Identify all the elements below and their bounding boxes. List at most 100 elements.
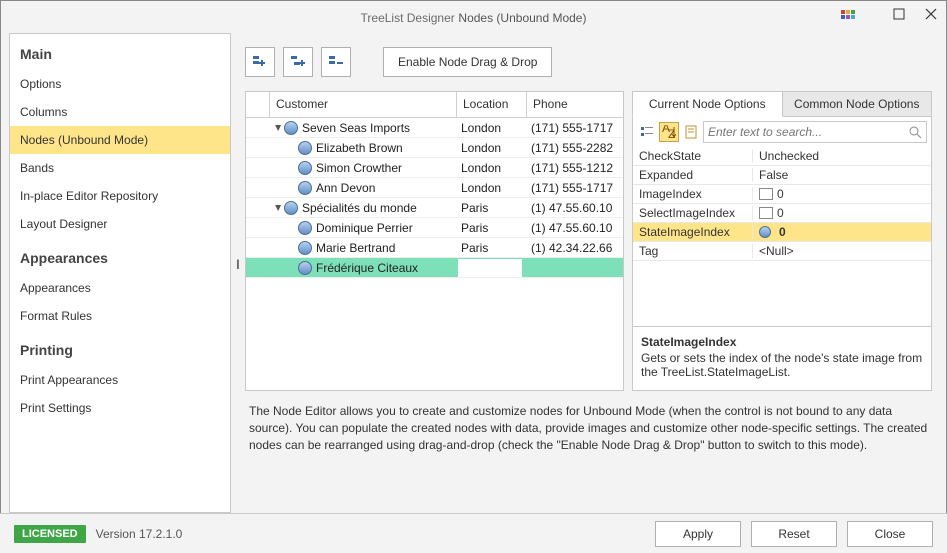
property-row[interactable]: CheckStateUnchecked bbox=[633, 147, 931, 166]
remove-node-button[interactable] bbox=[321, 47, 351, 77]
titlebar: TreeList Designer Nodes (Unbound Mode) bbox=[1, 1, 946, 33]
sidebar-item-nodes[interactable]: Nodes (Unbound Mode) bbox=[10, 126, 230, 154]
property-search-input[interactable] bbox=[704, 122, 908, 142]
view-grid-icon[interactable] bbox=[840, 9, 856, 25]
reset-button[interactable]: Reset bbox=[751, 521, 837, 547]
customer-name: Dominique Perrier bbox=[316, 221, 413, 235]
property-grid[interactable]: CheckStateUncheckedExpandedFalseImageInd… bbox=[632, 147, 932, 327]
property-value[interactable]: False bbox=[753, 168, 931, 182]
customer-name: Marie Bertrand bbox=[316, 241, 395, 255]
property-name: SelectImageIndex bbox=[633, 206, 753, 220]
table-row[interactable]: Elizabeth BrownLondon(171) 555-2282 bbox=[246, 138, 623, 158]
close-footer-button[interactable]: Close bbox=[847, 521, 933, 547]
table-row[interactable]: Frédérique Citeaux bbox=[246, 258, 623, 278]
phone-cell: (1) 47.55.60.10 bbox=[527, 219, 623, 237]
sidebar-item-editor-repo[interactable]: In-place Editor Repository bbox=[10, 182, 230, 210]
property-value[interactable]: 0 bbox=[753, 225, 931, 239]
phone-cell: (171) 555-1717 bbox=[527, 119, 623, 137]
enable-drag-drop-button[interactable]: Enable Node Drag & Drop bbox=[383, 47, 552, 77]
apply-button[interactable]: Apply bbox=[655, 521, 741, 547]
sidebar-item-format-rules[interactable]: Format Rules bbox=[10, 302, 230, 330]
person-icon bbox=[298, 241, 312, 255]
location-cell: London bbox=[457, 159, 527, 177]
table-row[interactable]: ▸Seven Seas ImportsLondon(171) 555-1717 bbox=[246, 118, 623, 138]
location-input[interactable] bbox=[458, 259, 522, 277]
property-page-icon[interactable] bbox=[681, 122, 701, 142]
property-row[interactable]: ImageIndex0 bbox=[633, 185, 931, 204]
col-phone[interactable]: Phone bbox=[527, 92, 623, 117]
license-badge: LICENSED bbox=[14, 525, 86, 543]
sidebar-item-appearances[interactable]: Appearances bbox=[10, 274, 230, 302]
property-name: StateImageIndex bbox=[633, 225, 753, 239]
property-name: ImageIndex bbox=[633, 187, 753, 201]
sidebar-item-print-appearances[interactable]: Print Appearances bbox=[10, 366, 230, 394]
expand-icon[interactable]: ▸ bbox=[272, 123, 286, 133]
table-row[interactable]: Simon CrowtherLondon(171) 555-1212 bbox=[246, 158, 623, 178]
description-text: The Node Editor allows you to create and… bbox=[239, 391, 938, 453]
swatch-icon bbox=[759, 207, 773, 219]
node-toolbar: Enable Node Drag & Drop bbox=[239, 33, 938, 91]
tree-grid[interactable]: I Customer Location Phone ▸Seven Seas Im… bbox=[245, 91, 624, 391]
phone-cell: (171) 555-1212 bbox=[527, 159, 623, 177]
sidebar-item-columns[interactable]: Columns bbox=[10, 98, 230, 126]
tab-current-node-options[interactable]: Current Node Options bbox=[632, 91, 783, 117]
col-location[interactable]: Location bbox=[457, 92, 527, 117]
sidebar-heading-main: Main bbox=[10, 34, 230, 70]
property-value[interactable]: 0 bbox=[753, 187, 931, 201]
close-button[interactable] bbox=[924, 7, 938, 21]
phone-cell: (1) 47.55.60.10 bbox=[527, 199, 623, 217]
add-node-button[interactable] bbox=[245, 47, 275, 77]
edit-cursor-icon: I bbox=[236, 256, 240, 272]
person-icon bbox=[298, 161, 312, 175]
sidebar-item-print-settings[interactable]: Print Settings bbox=[10, 394, 230, 422]
customer-name: Spécialités du monde bbox=[302, 201, 417, 215]
version-label: Version 17.2.1.0 bbox=[96, 527, 183, 541]
tab-common-node-options[interactable]: Common Node Options bbox=[783, 91, 933, 117]
property-row[interactable]: SelectImageIndex0 bbox=[633, 204, 931, 223]
table-row[interactable]: Dominique PerrierParis(1) 47.55.60.10 bbox=[246, 218, 623, 238]
customer-name: Ann Devon bbox=[316, 181, 375, 195]
sidebar-heading-printing: Printing bbox=[10, 330, 230, 366]
add-child-node-button[interactable] bbox=[283, 47, 313, 77]
sidebar-item-bands[interactable]: Bands bbox=[10, 154, 230, 182]
property-row[interactable]: ExpandedFalse bbox=[633, 166, 931, 185]
search-icon[interactable] bbox=[908, 125, 922, 139]
property-value[interactable]: <Null> bbox=[753, 244, 931, 258]
categorized-icon[interactable] bbox=[637, 122, 657, 142]
person-icon bbox=[284, 121, 298, 135]
phone-cell: (1) 42.34.22.66 bbox=[527, 239, 623, 257]
content-area: Enable Node Drag & Drop I Customer Locat… bbox=[239, 33, 938, 513]
location-cell: Paris bbox=[457, 239, 527, 257]
location-cell: Paris bbox=[457, 199, 527, 217]
property-name: CheckState bbox=[633, 149, 753, 163]
restore-button[interactable] bbox=[892, 7, 906, 21]
sidebar-item-options[interactable]: Options bbox=[10, 70, 230, 98]
expand-icon[interactable]: ▸ bbox=[272, 203, 286, 213]
table-row[interactable]: ▸ Spécialités du monde Paris(1) 47.55.60.1… bbox=[246, 198, 623, 218]
property-row[interactable]: Tag<Null> bbox=[633, 242, 931, 261]
window-title: TreeList Designer Nodes (Unbound Mode) bbox=[361, 10, 587, 25]
options-pane: Current Node Options Common Node Options… bbox=[632, 91, 932, 391]
location-cell: London bbox=[457, 179, 527, 197]
customer-name: Frédérique Citeaux bbox=[316, 261, 418, 275]
phone-cell bbox=[527, 266, 623, 270]
table-row[interactable]: Ann Devon London(171) 555-1717 bbox=[246, 178, 623, 198]
location-cell: London bbox=[457, 139, 527, 157]
table-row[interactable]: Marie Bertrand Paris(1) 42.34.22.66 bbox=[246, 238, 623, 258]
alphabetical-icon[interactable]: AZ bbox=[659, 122, 679, 142]
property-value[interactable]: 0 bbox=[753, 206, 931, 220]
customer-name: Elizabeth Brown bbox=[316, 141, 403, 155]
sidebar-heading-appearances: Appearances bbox=[10, 238, 230, 274]
property-help: StateImageIndex Gets or sets the index o… bbox=[632, 327, 932, 391]
property-name: Tag bbox=[633, 244, 753, 258]
property-row[interactable]: StateImageIndex0 bbox=[633, 223, 931, 242]
sidebar-item-layout-designer[interactable]: Layout Designer bbox=[10, 210, 230, 238]
col-customer[interactable]: Customer bbox=[270, 92, 457, 117]
phone-cell: (171) 555-1717 bbox=[527, 179, 623, 197]
location-cell bbox=[457, 258, 527, 278]
property-value[interactable]: Unchecked bbox=[753, 149, 931, 163]
grid-header: Customer Location Phone bbox=[246, 92, 623, 118]
footer: LICENSED Version 17.2.1.0 Apply Reset Cl… bbox=[0, 513, 947, 553]
person-icon bbox=[298, 141, 312, 155]
customer-name: Seven Seas Imports bbox=[302, 121, 410, 135]
